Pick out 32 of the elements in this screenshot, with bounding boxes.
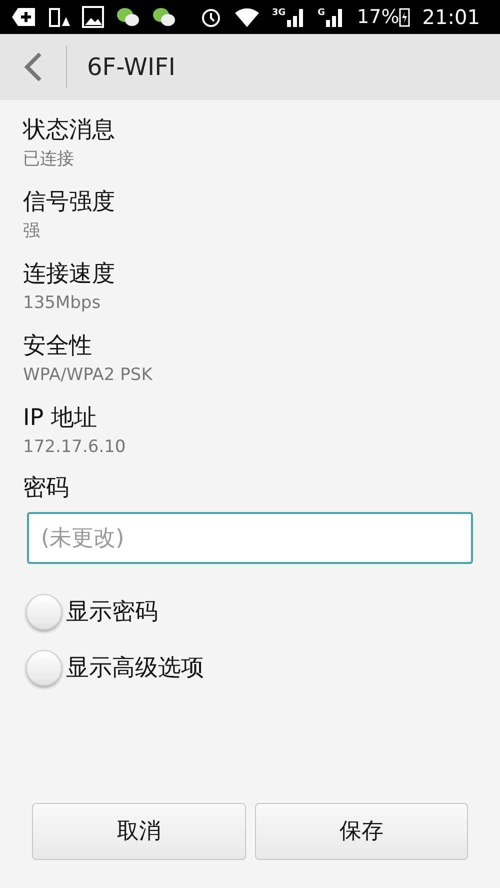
detail-label: 状态消息 (23, 116, 116, 145)
clock-text: 21:01 (422, 4, 480, 31)
detail-value: 172.17.6.10 (23, 436, 127, 459)
network-label: G (318, 7, 326, 20)
dialog-button[interactable]: 保存 (254, 803, 468, 860)
detail-value: 135Mbps (23, 292, 102, 315)
radio-button[interactable] (26, 650, 62, 686)
chat-icon (116, 6, 140, 28)
battery-icon (399, 7, 410, 27)
password-field[interactable]: (未更改) (27, 512, 473, 564)
chat-icon (152, 6, 176, 28)
option-label: 显示高级选项 (66, 654, 204, 683)
signal-icon (286, 7, 306, 27)
wifi-icon (234, 6, 260, 28)
option-label: 显示密码 (66, 598, 158, 627)
plus-icon (12, 7, 36, 27)
detail-label: 信号强度 (23, 188, 116, 217)
detail-value: WPA/WPA2 PSK (23, 364, 154, 387)
field-label: 密码 (23, 474, 70, 503)
radio-button[interactable] (26, 594, 62, 630)
alarm-icon (200, 6, 222, 28)
image-icon (82, 6, 104, 28)
page-title: 6F-WIFI (87, 52, 176, 83)
dialog-button[interactable]: 取消 (32, 803, 246, 860)
detail-value: 强 (23, 220, 41, 243)
detail-value: 已连接 (23, 148, 75, 171)
detail-label: 安全性 (23, 332, 93, 361)
battery-text: 17% (357, 4, 400, 30)
network-label: 3G (272, 7, 286, 20)
detail-label: IP 地址 (23, 404, 98, 433)
back-icon (23, 52, 43, 82)
detail-label: 连接速度 (23, 260, 116, 289)
